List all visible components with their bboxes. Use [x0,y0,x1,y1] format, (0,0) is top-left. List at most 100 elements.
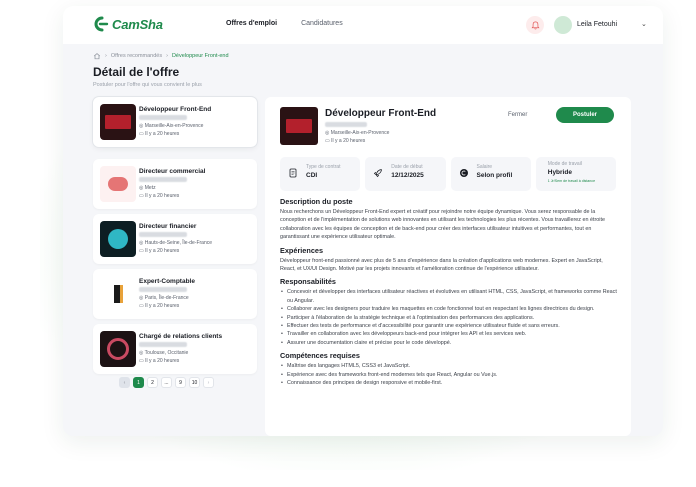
section-heading: Responsabilités [280,277,336,287]
company-name-redacted [139,115,187,120]
detail-job-title: Développeur Front-End [325,108,437,119]
job-location: ◎ Paris, Île-de-France [139,295,189,301]
job-location: ◎ Marseille-Aix-en-Provence [139,123,204,129]
breadcrumb-separator: › [166,53,168,59]
notifications-button[interactable] [526,16,544,34]
company-logo [100,331,136,367]
pagination-page[interactable]: 10 [189,377,200,388]
job-posted: ▭ Il y a 20 heures [139,248,180,254]
list-item: Effectuer des tests de performance et d'… [280,322,618,331]
coin-icon [459,169,468,177]
company-logo [100,166,136,202]
info-label: Mode de travail [547,161,582,167]
section-heading: Description du poste [280,197,353,206]
user-name[interactable]: Leila Fetouhi [577,21,617,28]
info-label: Date de début [391,164,423,170]
pagination-page[interactable]: 2 [147,377,158,388]
detail-posted: ▭ Il y a 20 heures [325,138,366,144]
rocket-icon [374,169,383,178]
job-card[interactable]: Directeur financier ◎ Hauts-de-Seine, Îl… [93,214,257,264]
description-text: Nous recherchons un Développeur Front-En… [280,209,605,241]
pagination: ‹ 1 2 ... 9 10 › [119,377,214,388]
brand-logo[interactable]: CamSha [91,16,163,32]
info-contract: Type de contrat CDI [280,157,361,191]
company-logo [280,107,318,145]
info-work-mode: Mode de travail Hybride 1 Jr/Sem de trav… [535,157,616,191]
job-card[interactable]: Expert-Comptable ◎ Paris, Île-de-France … [93,269,257,319]
chevron-down-icon[interactable]: ⌄ [641,20,647,28]
detail-location: ◎ Marseille-Aix-en-Provence [325,130,390,136]
company-logo [100,276,136,312]
home-icon[interactable] [93,52,101,60]
breadcrumb-current: Développeur Front-end [171,53,229,59]
list-item: Participer à l'élaboration de la stratég… [280,314,618,323]
avatar[interactable] [554,16,572,34]
job-posted: ▭ Il y a 20 heures [139,193,180,199]
breadcrumb-item[interactable]: Offres recommandés [111,53,162,59]
page-subtitle: Postuler pour l'offre qui vous convient … [93,82,202,88]
section-heading: Expériences [280,245,323,255]
job-info-row: Type de contrat CDI Date de début 12/12/… [280,157,616,191]
contract-icon [289,168,297,178]
list-item: Connaissance des principes de design res… [280,379,618,388]
job-card[interactable]: Chargé de relations clients ◎ Toulouse, … [93,324,257,374]
brand-name: CamSha [112,16,163,32]
list-item: Expérience avec des frameworks front-end… [280,371,618,380]
experience-text: Développeur front-end passionné avec plu… [280,257,603,273]
info-note: 1 Jr/Sem de travail à distance [547,179,596,183]
job-title: Développeur Front-End [139,106,212,113]
breadcrumb-separator: › [105,53,107,59]
info-value: Selon profil [476,172,513,179]
logo-graphic [108,177,128,191]
logo-graphic [108,229,128,249]
skills-list: Maîtrise des langages HTML5, CSS3 et Jav… [280,362,618,388]
job-title: Directeur commercial [139,168,206,175]
pagination-ellipsis: ... [161,377,172,388]
info-label: Type de contrat [306,164,341,170]
job-location: ◎ Toulouse, Occitanie [139,350,189,356]
list-item: Collaborer avec les designers pour tradu… [280,305,618,314]
list-item: Concevoir et développer des interfaces u… [280,288,618,305]
company-logo [100,104,136,140]
job-title: Directeur financier [139,223,197,230]
apply-button[interactable]: Postuler [556,107,614,123]
top-bar: CamSha Offres d'emploi Candidatures Leil… [63,6,663,44]
job-posted: ▭ Il y a 20 heures [139,303,180,309]
job-description-body: Description du poste Nous recherchons un… [280,197,618,392]
pagination-next[interactable]: › [203,377,214,388]
responsibilities-list: Concevoir et développer des interfaces u… [280,288,618,347]
logo-graphic [105,115,131,129]
job-detail-panel: Développeur Front-End ◎ Marseille-Aix-en… [265,97,631,436]
info-value: Hybride [547,169,572,176]
pagination-page[interactable]: 9 [175,377,186,388]
info-salary: Salaire Selon profil [450,157,531,191]
job-card[interactable]: Développeur Front-End ◎ Marseille-Aix-en… [93,97,257,147]
camsha-logo-icon [94,16,109,32]
info-value: 12/12/2025 [391,172,424,179]
company-name-redacted [139,177,187,182]
close-button[interactable]: Fermer [508,112,527,118]
page-title: Détail de l'offre [93,65,180,79]
job-location: ◎ Metz [139,185,156,191]
job-posted: ▭ Il y a 20 heures [139,131,180,137]
company-name-redacted [139,342,187,347]
section-heading: Compétences requises [280,351,360,361]
info-start-date: Date de début 12/12/2025 [365,157,446,191]
job-location: ◎ Hauts-de-Seine, Île-de-France [139,240,213,246]
company-name-redacted [325,122,367,127]
logo-graphic [286,119,312,133]
list-item: Assurer une documentation claire et préc… [280,339,618,348]
logo-graphic [113,285,123,303]
breadcrumb: › Offres recommandés › Développeur Front… [93,52,229,60]
nav-item-offres[interactable]: Offres d'emploi [226,20,277,27]
company-name-redacted [139,232,187,237]
logo-graphic [107,338,129,360]
pagination-prev[interactable]: ‹ [119,377,130,388]
app-window: CamSha Offres d'emploi Candidatures Leil… [63,6,663,436]
bell-icon [531,21,539,29]
pagination-page[interactable]: 1 [133,377,144,388]
info-value: CDI [306,172,318,179]
job-card[interactable]: Directeur commercial ◎ Metz ▭ Il y a 20 … [93,159,257,209]
nav-item-candidatures[interactable]: Candidatures [301,20,343,27]
list-item: Maîtrise des langages HTML5, CSS3 et Jav… [280,362,618,371]
